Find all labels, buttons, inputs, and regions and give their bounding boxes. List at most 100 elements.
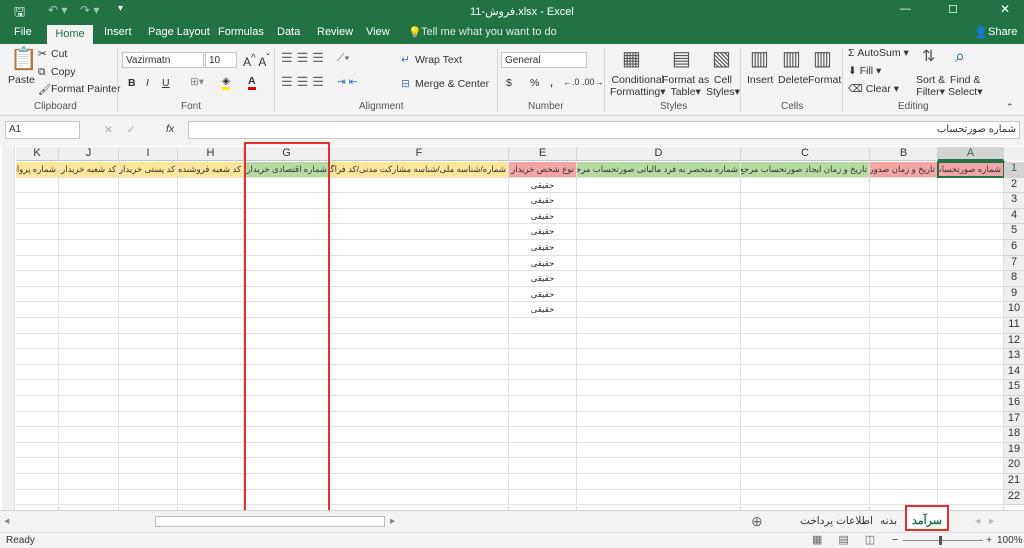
header-cell-E[interactable]: نوع شخص خریدار	[509, 162, 577, 178]
view-mode-icons[interactable]: ▦▤◫	[812, 533, 891, 546]
cell[interactable]	[330, 208, 509, 225]
cell[interactable]	[244, 240, 330, 256]
undo-icon[interactable]: ↶ ▾	[48, 3, 67, 17]
font-name-select[interactable]: Vazirmatn	[122, 52, 204, 68]
header-cell-I[interactable]: کد پستی خریدار	[119, 162, 178, 178]
cell[interactable]	[178, 349, 244, 365]
autosum-button[interactable]: Σ AutoSum ▾	[848, 47, 909, 59]
row-header-3[interactable]: 3	[1004, 193, 1024, 209]
cell[interactable]	[119, 489, 178, 506]
cell[interactable]	[330, 333, 509, 350]
scroll-left-icon[interactable]: ◂	[4, 515, 9, 527]
cell[interactable]	[577, 318, 741, 334]
cell[interactable]	[577, 255, 741, 272]
row-header-8[interactable]: 8	[1004, 271, 1024, 287]
cell[interactable]	[330, 224, 509, 240]
zoom-out-button[interactable]: −	[892, 534, 898, 546]
column-header-H[interactable]: H	[178, 147, 244, 161]
row-header-6[interactable]: 6	[1004, 240, 1024, 256]
header-cell-D[interactable]: شماره منحصر به فرد مالیاتی صورتحساب مرجع	[577, 162, 741, 178]
cell[interactable]	[244, 318, 330, 334]
cell[interactable]	[119, 286, 178, 303]
column-header-K[interactable]: K	[16, 147, 59, 161]
cell[interactable]	[119, 255, 178, 272]
cell[interactable]	[16, 224, 59, 240]
cell[interactable]	[178, 458, 244, 474]
cell[interactable]	[870, 489, 938, 506]
cell[interactable]	[938, 318, 1004, 334]
cell[interactable]	[244, 349, 330, 365]
cell[interactable]	[741, 364, 870, 381]
cell[interactable]	[59, 427, 119, 443]
cancel-confirm-icons[interactable]: ✕✓	[104, 124, 150, 136]
cell[interactable]	[741, 489, 870, 506]
cell[interactable]	[178, 364, 244, 381]
row-header-22[interactable]: 22	[1004, 489, 1024, 506]
cell[interactable]	[244, 177, 330, 194]
cell[interactable]	[178, 427, 244, 443]
cell[interactable]	[59, 349, 119, 365]
cell[interactable]	[938, 458, 1004, 474]
share-icon[interactable]: 👤	[974, 26, 988, 39]
cell[interactable]	[59, 286, 119, 303]
cell[interactable]	[938, 255, 1004, 272]
cell[interactable]	[870, 380, 938, 396]
format-as-table-button[interactable]: Format as Table▾	[662, 74, 709, 98]
row-header-7[interactable]: 7	[1004, 255, 1024, 272]
cell[interactable]	[244, 396, 330, 412]
cell[interactable]	[178, 208, 244, 225]
sheet-tab-header[interactable]: سرآمد	[905, 505, 949, 531]
delete-cells-button[interactable]: Delete	[778, 74, 808, 86]
row-header-4[interactable]: 4	[1004, 208, 1024, 225]
cell[interactable]	[741, 224, 870, 240]
cell[interactable]	[741, 271, 870, 287]
cell[interactable]	[244, 193, 330, 209]
underline-button[interactable]: U	[162, 77, 170, 89]
cell[interactable]	[178, 380, 244, 396]
cell[interactable]	[178, 177, 244, 194]
column-header-C[interactable]: C	[741, 147, 870, 161]
orientation-icon[interactable]: ⟋▾	[337, 52, 349, 65]
cell[interactable]	[119, 364, 178, 381]
cell[interactable]	[509, 333, 577, 350]
cell[interactable]	[16, 240, 59, 256]
name-box[interactable]: A1	[5, 121, 80, 139]
cell[interactable]	[577, 349, 741, 365]
cell[interactable]	[938, 411, 1004, 428]
cell[interactable]	[330, 442, 509, 459]
cell[interactable]	[577, 271, 741, 287]
cell[interactable]	[330, 411, 509, 428]
cell[interactable]	[741, 240, 870, 256]
cell[interactable]	[577, 427, 741, 443]
cell[interactable]	[870, 349, 938, 365]
cell[interactable]	[509, 380, 577, 396]
cell[interactable]	[330, 318, 509, 334]
horizontal-scrollbar[interactable]	[155, 516, 385, 527]
cell[interactable]	[577, 193, 741, 209]
cell[interactable]	[741, 427, 870, 443]
cell[interactable]	[244, 364, 330, 381]
cell[interactable]	[741, 349, 870, 365]
cell[interactable]	[244, 271, 330, 287]
cell[interactable]	[870, 302, 938, 318]
vertical-scrollbar[interactable]	[2, 146, 15, 510]
cell[interactable]	[938, 208, 1004, 225]
cell[interactable]	[938, 474, 1004, 490]
cell[interactable]	[330, 240, 509, 256]
cell[interactable]	[119, 177, 178, 194]
cell[interactable]	[870, 474, 938, 490]
cell[interactable]	[870, 458, 938, 474]
column-header-E[interactable]: E	[509, 147, 577, 161]
cell[interactable]	[741, 318, 870, 334]
cell-styles-button[interactable]: Cell Styles▾	[706, 74, 740, 98]
cell[interactable]: حقیقی	[509, 286, 577, 303]
row-header-2[interactable]: 2	[1004, 177, 1024, 194]
cell[interactable]	[119, 224, 178, 240]
cell[interactable]	[244, 427, 330, 443]
percent-button[interactable]: %	[530, 77, 539, 89]
cell[interactable]	[178, 474, 244, 490]
cell[interactable]	[509, 411, 577, 428]
cell[interactable]	[16, 442, 59, 459]
font-size-select[interactable]: 10	[205, 52, 237, 68]
cell[interactable]	[16, 349, 59, 365]
